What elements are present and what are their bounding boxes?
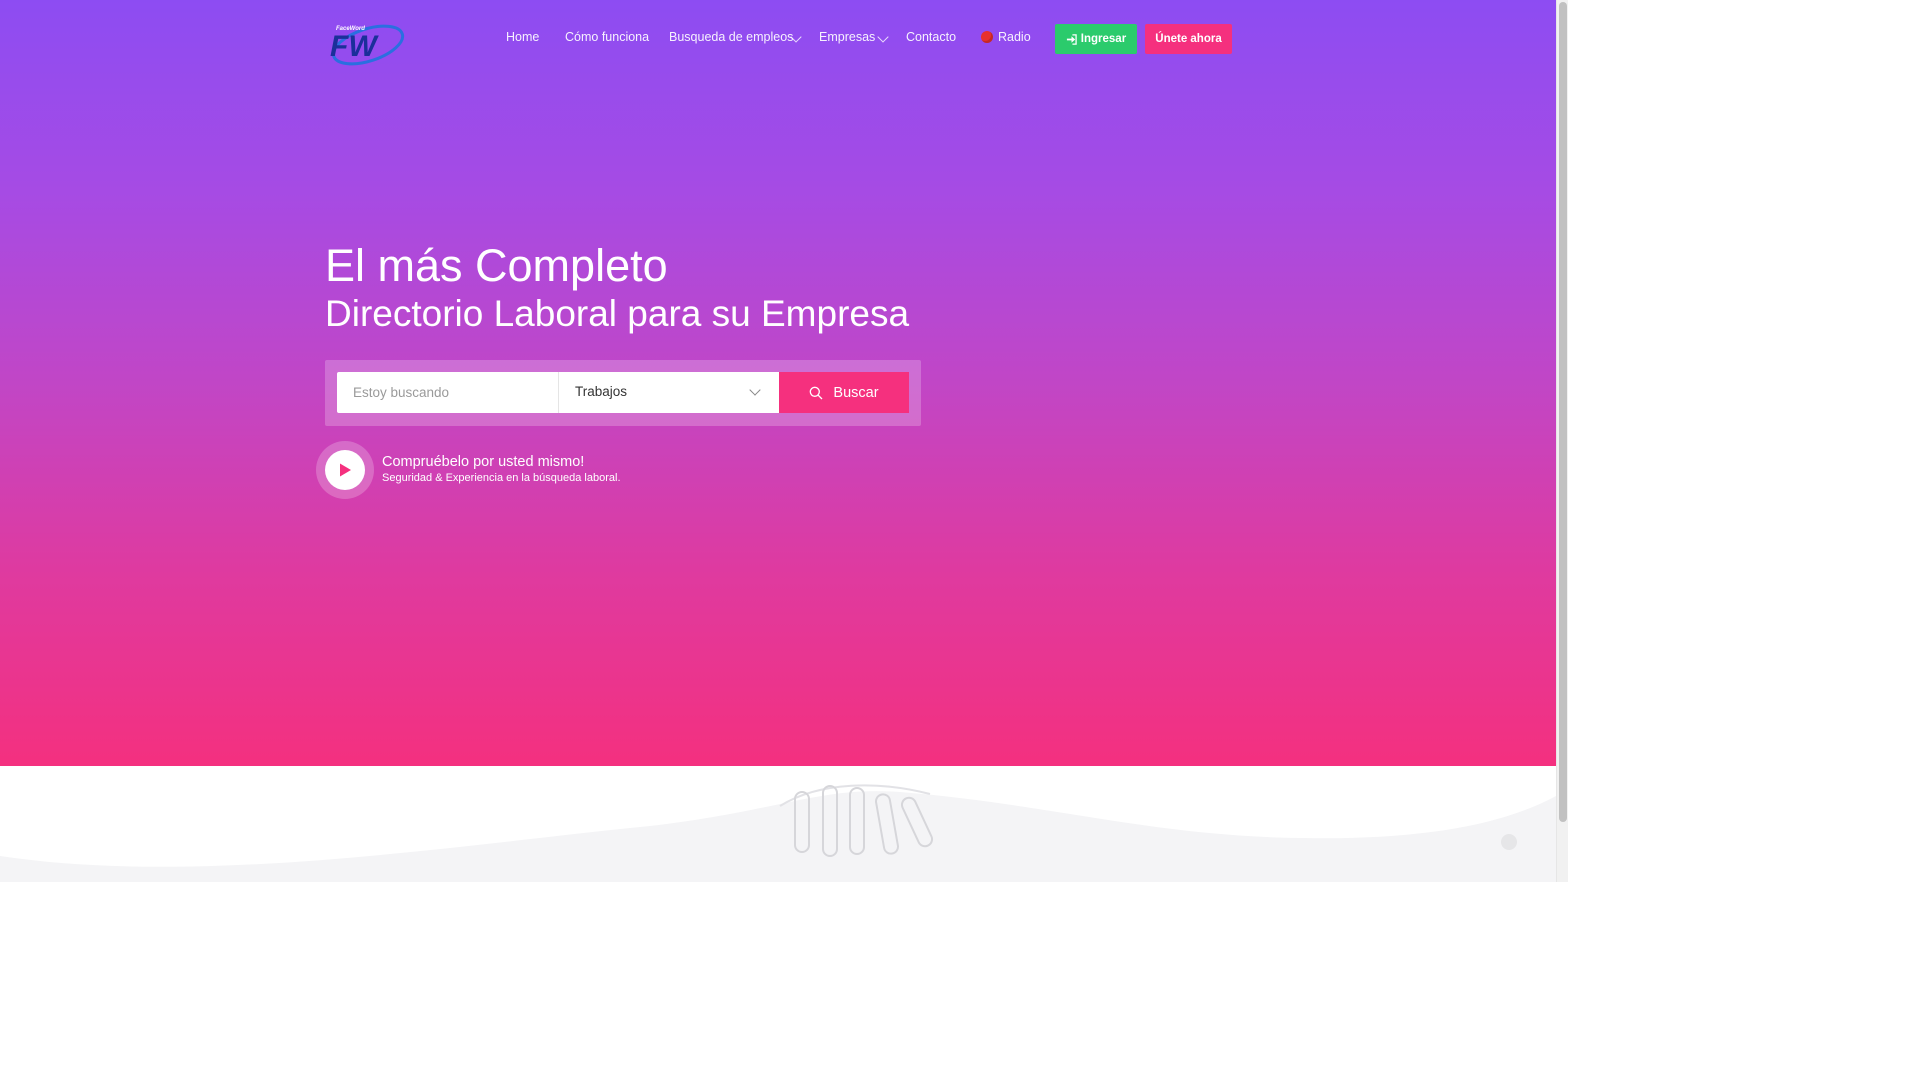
category-select[interactable]: Trabajos [558,372,779,413]
nav-busqueda-empleos[interactable]: Busqueda de empleos [669,30,793,44]
hero-section: FW FaceWord Home Cómo funciona Busqueda … [0,0,1556,766]
page-scrollbar[interactable] [1556,0,1568,882]
join-button[interactable]: Únete ahora [1145,24,1232,54]
search-input[interactable] [337,372,558,413]
hero-subtitle: Directorio Laboral para su Empresa [325,293,910,334]
video-title[interactable]: Compruébelo por usted mismo! [382,454,584,470]
red-dot-icon [981,31,993,43]
category-select-value: Trabajos [575,384,628,399]
decorative-wave-section [0,766,1556,882]
page: FW FaceWord Home Cómo funciona Busqueda … [0,0,1556,882]
hero-title: El más Completo [325,240,668,291]
svg-text:FW: FW [330,30,379,63]
chevron-down-icon [877,31,889,43]
nav-empresas[interactable]: Empresas [819,30,875,44]
login-button[interactable]: Ingresar [1055,24,1137,54]
svg-text:FaceWord: FaceWord [336,26,365,32]
search-form: Trabajos Buscar [325,360,921,426]
site-logo[interactable]: FW FaceWord [326,18,406,68]
play-icon [340,463,351,477]
search-button-label: Buscar [833,384,879,401]
chevron-down-icon [749,384,761,396]
nav-contacto[interactable]: Contacto [906,30,956,44]
play-button-circle [325,450,365,490]
video-play-button[interactable] [316,441,374,499]
search-icon [810,386,823,399]
nav-como-funciona[interactable]: Cómo funciona [565,30,649,44]
video-subtitle: Seguridad & Experiencia en la búsqueda l… [382,472,621,484]
sign-in-icon [1066,33,1077,45]
nav-radio-label: Radio [998,30,1031,44]
scrollbar-thumb[interactable] [1559,2,1567,822]
login-button-label: Ingresar [1080,33,1127,45]
paperclips-wave-illustration [0,784,1556,882]
nav-radio[interactable]: Radio [981,30,1031,44]
nav-home[interactable]: Home [506,30,539,44]
search-button[interactable]: Buscar [779,372,909,413]
